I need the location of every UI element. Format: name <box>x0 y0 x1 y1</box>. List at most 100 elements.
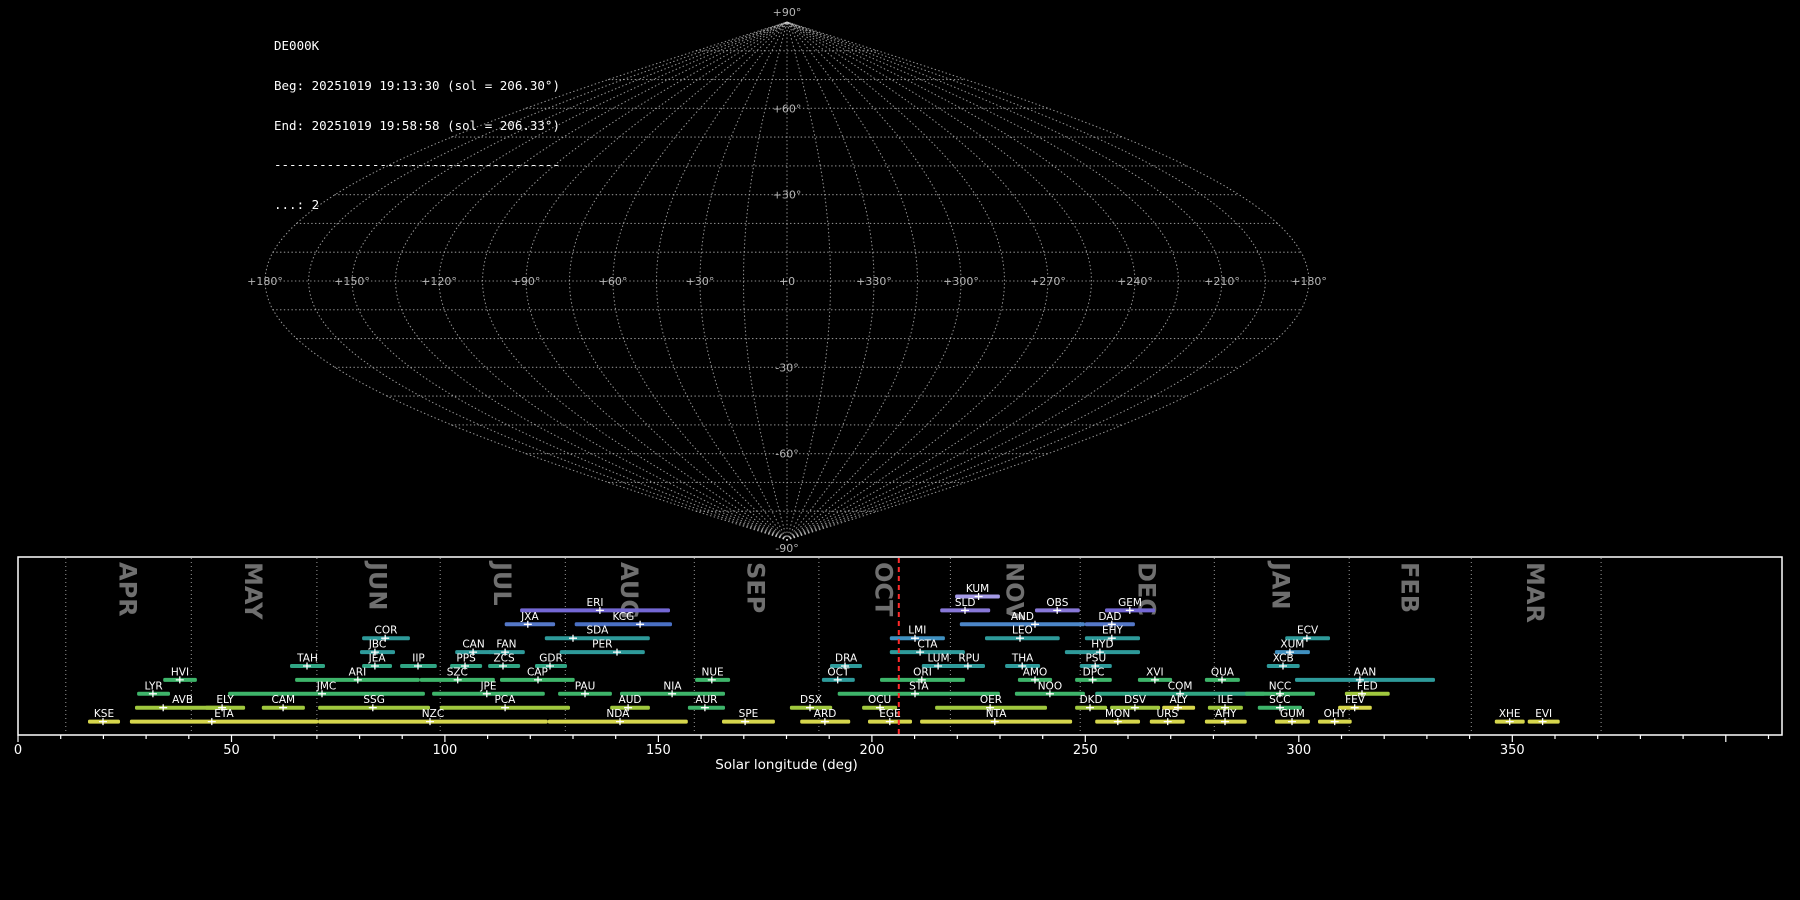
shower-label-ECV: ECV <box>1297 625 1319 637</box>
x-tick-label-0: 0 <box>14 743 22 758</box>
shower-label-OCT: OCT <box>827 666 850 678</box>
sky-latitude-label: +60° <box>773 102 802 115</box>
shower-label-AAN: AAN <box>1354 666 1377 678</box>
shower-label-DPC: DPC <box>1083 666 1105 678</box>
shower-label-DSX: DSX <box>800 694 822 706</box>
sky-longitude-label: +210° <box>1204 275 1240 288</box>
shower-label-JBC: JBC <box>368 639 386 651</box>
shower-label-NUE: NUE <box>702 666 724 678</box>
shower-label-JXA: JXA <box>520 611 539 623</box>
shower-bar-PER <box>559 650 645 655</box>
shower-label-AND: AND <box>1011 611 1034 623</box>
shower-label-ETA: ETA <box>214 708 234 720</box>
shower-label-PPS: PPS <box>456 653 476 665</box>
month-label-OCT: OCT <box>870 562 898 617</box>
shower-label-SDA: SDA <box>587 625 610 637</box>
shower-label-JMC: JMC <box>316 680 337 692</box>
sky-map: +180° +150° +120° +90° +60° +30° +0 +330° +300° +… <box>247 6 1327 555</box>
sky-latitude-label: +30° <box>773 189 802 202</box>
shower-label-AVB: AVB <box>172 694 193 706</box>
sky-longitude-label: +30° <box>686 275 715 288</box>
peak-marker-AVB <box>159 704 168 712</box>
shower-label-KCG: KCG <box>613 611 635 623</box>
shower-label-AHY: AHY <box>1215 708 1237 720</box>
sky-latitude-label: +90° <box>773 6 802 19</box>
sky-longitude-label: +150° <box>334 275 370 288</box>
month-label-FEB: FEB <box>1395 562 1423 613</box>
sky-latitude-label: -90° <box>775 542 798 555</box>
sky-longitude-label: +300° <box>943 275 979 288</box>
sky-longitude-label: +90° <box>512 275 541 288</box>
shower-label-SPE: SPE <box>739 708 759 720</box>
shower-label-KSE: KSE <box>94 708 114 720</box>
shower-label-AUD: AUD <box>619 694 642 706</box>
shower-label-ERI: ERI <box>586 597 603 609</box>
sky-and-activity-plot: +180° +150° +120° +90° +60° +30° +0 +330° +300° +… <box>14 6 1783 773</box>
shower-label-ORI: ORI <box>913 666 932 678</box>
shower-label-JPE: JPE <box>479 680 496 692</box>
sky-grid-meridian <box>307 21 788 541</box>
sky-longitude-label: +330° <box>856 275 892 288</box>
shower-label-NDA: NDA <box>606 708 630 720</box>
shower-label-LYR: LYR <box>145 680 163 692</box>
shower-label-ELY: ELY <box>216 694 234 706</box>
shower-label-EVI: EVI <box>1535 708 1552 720</box>
shower-label-XUM: XUM <box>1280 639 1304 651</box>
sky-latitude-label: -60° <box>775 448 798 461</box>
month-label-JAN: JAN <box>1267 560 1295 610</box>
x-tick-label-350: 350 <box>1500 743 1525 758</box>
sky-latitude-label: -30° <box>775 361 798 374</box>
sky-longitude-label: +180° <box>1291 275 1327 288</box>
x-tick-label-100: 100 <box>432 743 457 758</box>
month-label-JUL: JUL <box>488 560 516 606</box>
shower-label-QUA: QUA <box>1211 666 1235 678</box>
shower-label-DRA: DRA <box>835 653 858 665</box>
shower-label-NIA: NIA <box>663 680 682 692</box>
month-label-MAY: MAY <box>239 562 267 620</box>
peak-marker-PER <box>613 648 621 656</box>
meteor-station-plot-screen: DE000K Beg: 20251019 19:13:30 (sol = 206… <box>0 0 1800 900</box>
shower-bar-ERI <box>520 608 670 613</box>
shower-label-LEO: LEO <box>1012 625 1033 637</box>
x-tick-label-300: 300 <box>1286 743 1311 758</box>
shower-label-SSG: SSG <box>363 694 384 706</box>
shower-bar-JMC <box>228 691 425 696</box>
x-tick-label-50: 50 <box>223 743 240 758</box>
x-tick-label-200: 200 <box>859 743 884 758</box>
shower-label-FED: FED <box>1357 680 1378 692</box>
shower-label-ZCS: ZCS <box>493 653 515 665</box>
shower-label-KUM: KUM <box>966 583 989 595</box>
sky-longitude-label: +120° <box>421 275 457 288</box>
month-label-JUN: JUN <box>364 560 392 611</box>
shower-bar-ETA <box>129 719 319 724</box>
peak-marker-KCG <box>636 620 645 628</box>
shower-label-RPU: RPU <box>958 653 979 665</box>
shower-label-HYD: HYD <box>1091 639 1113 651</box>
shower-label-ALY: ALY <box>1170 694 1189 706</box>
x-tick-label-250: 250 <box>1073 743 1098 758</box>
sky-longitude-label: +270° <box>1030 275 1066 288</box>
shower-label-DKD: DKD <box>1080 694 1103 706</box>
month-label-APR: APR <box>114 562 142 617</box>
peak-marker-SDA <box>569 634 577 642</box>
shower-label-JEA: JEA <box>368 653 387 665</box>
shower-label-COR: COR <box>375 625 398 637</box>
shower-label-STA: STA <box>909 680 929 692</box>
x-axis-title: Solar longitude (deg) <box>715 757 858 773</box>
shower-label-AUR: AUR <box>695 694 717 706</box>
month-label-SEP: SEP <box>742 562 770 613</box>
shower-label-NZC: NZC <box>422 708 444 720</box>
shower-label-LMI: LMI <box>908 625 926 637</box>
sky-longitude-label: +240° <box>1117 275 1153 288</box>
sky-longitude-label: +180° <box>247 275 283 288</box>
shower-label-PER: PER <box>592 639 612 651</box>
shower-label-FAN: FAN <box>496 639 516 651</box>
shower-label-EHY: EHY <box>1102 625 1124 637</box>
shower-label-GDR: GDR <box>539 653 563 665</box>
x-tick-label-150: 150 <box>646 743 671 758</box>
activity-timeline: APR MAY JUN JUL AUG SEP OCT NOV DEC JAN FEB MARKUME… <box>14 556 1783 773</box>
shower-label-NTA: NTA <box>986 708 1007 720</box>
shower-label-OER: OER <box>980 694 1002 706</box>
shower-label-DAD: DAD <box>1098 611 1121 623</box>
sky-longitude-label: +60° <box>599 275 628 288</box>
